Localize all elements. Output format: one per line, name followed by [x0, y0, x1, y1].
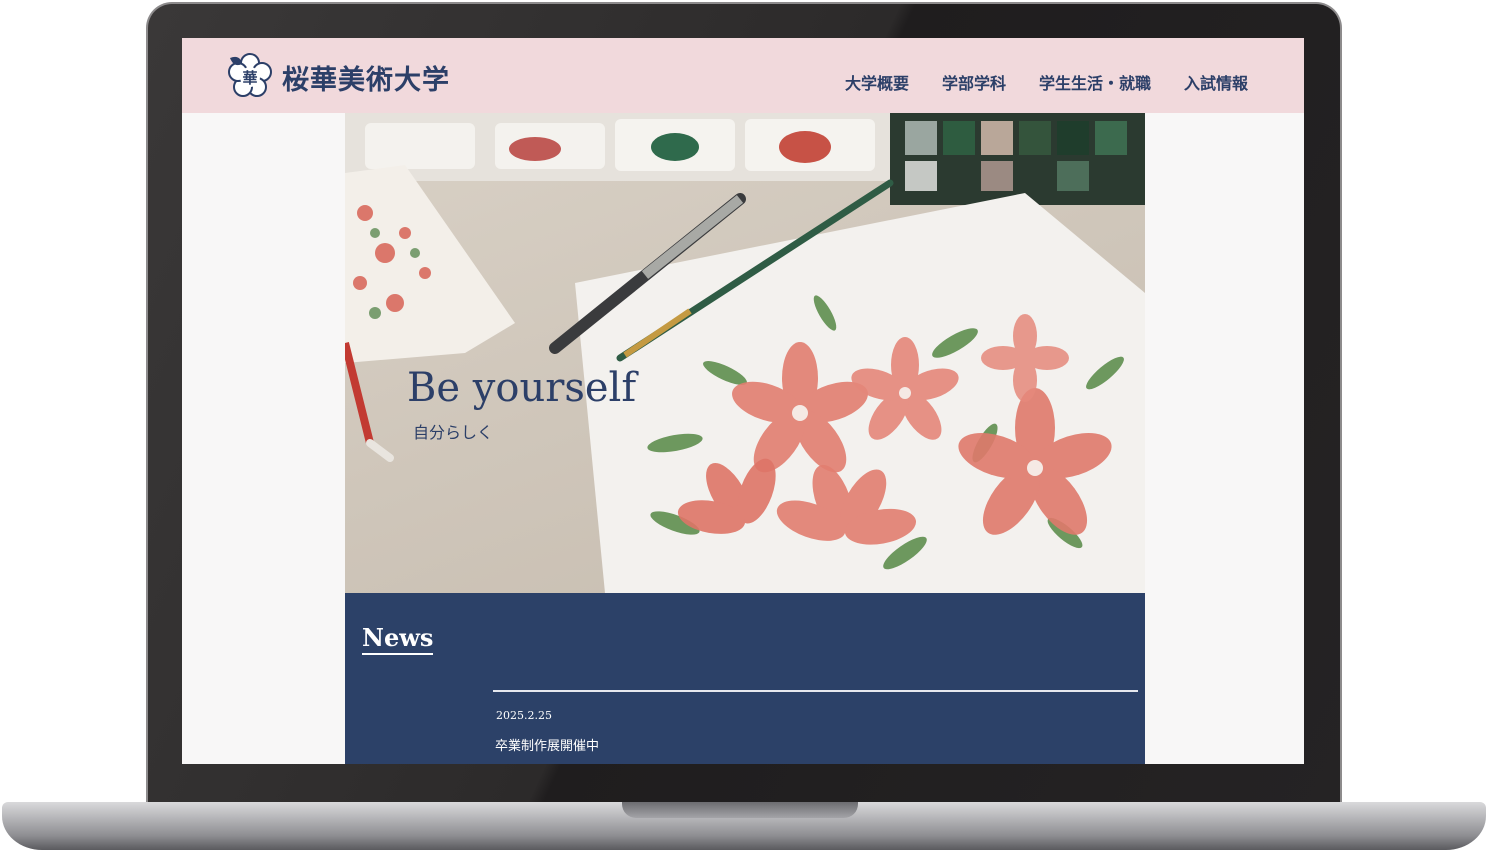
site-title[interactable]: 桜華美術大学	[282, 58, 450, 97]
paint-tissue	[345, 165, 515, 363]
laptop-notch	[622, 802, 858, 818]
hero-section: Be yourself 自分らしく	[345, 113, 1145, 593]
sakura-blossom-icon[interactable]: 華	[226, 52, 274, 100]
logo-mark: 華	[242, 69, 257, 87]
hero-title: Be yourself	[407, 365, 637, 411]
news-item-headline[interactable]: 卒業制作展開催中	[495, 735, 599, 754]
news-divider	[493, 690, 1138, 692]
laptop-mockup: 華 桜華美術大学 大学概要 学部学科 学生生活・就職 入試情報 Be yours…	[0, 0, 1486, 854]
hero-subtitle: 自分らしく	[413, 423, 494, 442]
hero-watercolor-image	[345, 113, 1145, 593]
site-header: 華 桜華美術大学 大学概要 学部学科 学生生活・就職 入試情報	[182, 38, 1304, 113]
main-nav: 大学概要 学部学科 学生生活・就職 入試情報	[845, 70, 1248, 94]
news-item-date: 2025.2.25	[496, 709, 552, 722]
nav-item-about[interactable]: 大学概要	[845, 70, 909, 94]
news-heading-link[interactable]: News	[362, 623, 434, 655]
nav-item-admissions[interactable]: 入試情報	[1184, 70, 1248, 94]
nav-item-faculties[interactable]: 学部学科	[942, 70, 1006, 94]
browser-screen: 華 桜華美術大学 大学概要 学部学科 学生生活・就職 入試情報 Be yours…	[182, 38, 1304, 764]
nav-item-student-life[interactable]: 学生生活・就職	[1039, 70, 1151, 94]
news-section: News 2025.2.25 卒業制作展開催中	[345, 593, 1145, 764]
